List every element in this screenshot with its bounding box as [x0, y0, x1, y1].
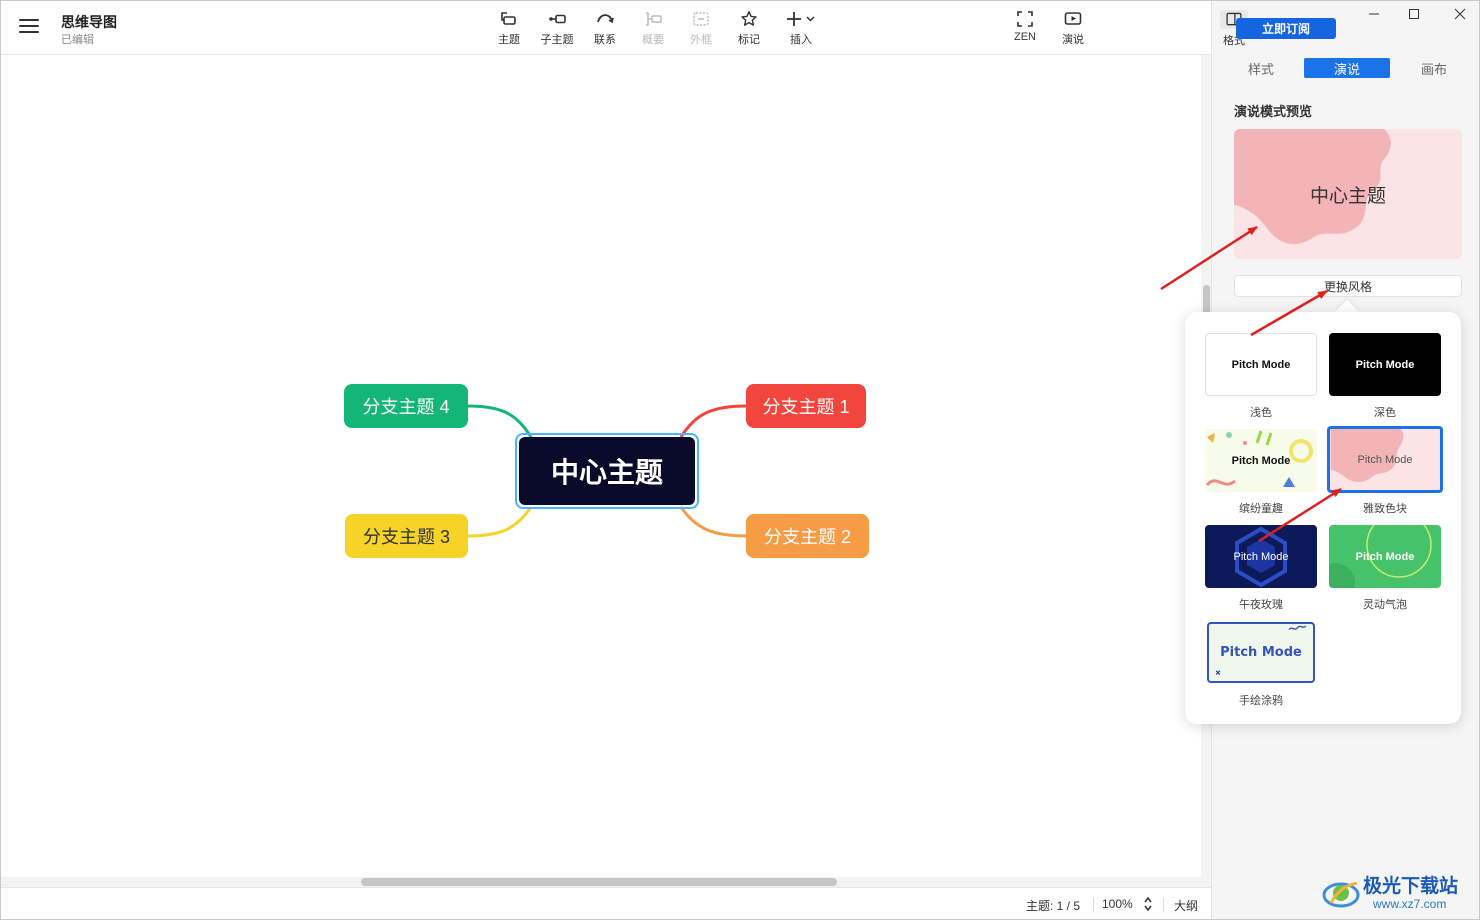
zen-button[interactable]: ZEN [1005, 10, 1045, 50]
style-picker-popup: Pitch Mode 浅色 Pitch Mode 深色 Pitch Mode 缤… [1185, 312, 1461, 724]
minimize-icon [1369, 13, 1379, 15]
tab-presentation[interactable]: 演说 [1304, 58, 1390, 78]
style-card-dark[interactable]: Pitch Mode [1329, 333, 1441, 396]
subscribe-button[interactable]: 立即订阅 [1236, 18, 1336, 39]
panel-tabs: 样式 演说 画布 [1212, 58, 1479, 80]
insert-label: 插入 [790, 34, 812, 46]
horizontal-scroll-thumb[interactable] [361, 878, 837, 886]
present-label: 演说 [1062, 34, 1084, 46]
tab-canvas[interactable]: 画布 [1391, 58, 1477, 78]
status-bar: 主题: 1 / 5 100% 大纲 [1, 887, 1211, 919]
horizontal-scrollbar[interactable] [1, 877, 1201, 887]
style-card-doodle[interactable]: Pitch Mode [1207, 622, 1315, 683]
relationship-button[interactable]: 联系 [585, 10, 625, 50]
style-name-midnight-rose: 午夜玫瑰 [1239, 599, 1283, 611]
central-topic[interactable]: 中心主题 [515, 433, 699, 509]
relationship-icon [597, 14, 614, 24]
subtopic-icon [549, 14, 566, 24]
document-status: 已编辑 [61, 34, 94, 46]
topic-button[interactable]: 主题 [489, 10, 529, 50]
menu-icon[interactable] [19, 19, 39, 35]
style-name-colorful: 缤纷童趣 [1239, 503, 1283, 515]
style-card-elegant-blocks[interactable]: Pitch Mode [1327, 426, 1443, 493]
style-name-doodle: 手绘涂鸦 [1239, 695, 1283, 707]
marker-label: 标记 [738, 34, 760, 46]
play-screen-icon [1064, 12, 1082, 25]
change-style-button[interactable]: 更换风格 [1234, 275, 1462, 297]
marker-button[interactable]: 标记 [729, 10, 769, 50]
maximize-button[interactable] [1402, 4, 1426, 24]
style-name-dark: 深色 [1374, 407, 1396, 419]
style-card-text: Pitch Mode [1220, 645, 1302, 660]
site-logo-icon [1322, 881, 1360, 908]
watermark-url: www.xz7.com [1373, 897, 1447, 911]
style-card-text: Pitch Mode [1231, 454, 1291, 467]
top-toolbar: 思维导图 已编辑 主题 子主题 联系 概要 外框 标记 插入 ZEN 演说 [1, 1, 1211, 55]
topic-label: 主题 [498, 34, 520, 46]
topic-count: 主题: 1 / 5 [1026, 899, 1081, 913]
relationship-label: 联系 [594, 34, 616, 46]
style-card-text: Pitch Mode [1355, 358, 1415, 371]
present-button[interactable]: 演说 [1053, 10, 1093, 50]
boundary-button[interactable]: 外框 [681, 10, 721, 50]
minimize-button[interactable] [1362, 4, 1386, 24]
outline-button[interactable]: 大纲 [1174, 897, 1198, 914]
subtopic-label: 子主题 [540, 34, 574, 46]
tab-style[interactable]: 样式 [1218, 58, 1304, 78]
summary-label: 概要 [642, 34, 664, 46]
fullscreen-icon [1017, 11, 1033, 27]
branch-topic-2[interactable]: 分支主题 2 [746, 514, 869, 558]
maximize-icon [1409, 9, 1419, 19]
insert-button[interactable]: 插入 [781, 10, 821, 50]
app-window: 思维导图 已编辑 主题 子主题 联系 概要 外框 标记 插入 ZEN 演说 中心… [0, 0, 1480, 920]
style-card-text: Pitch Mode [1233, 550, 1289, 563]
subtopic-button[interactable]: 子主题 [537, 10, 577, 50]
style-card-text: Pitch Mode [1355, 550, 1415, 563]
boundary-icon [693, 12, 709, 26]
branch-topic-3[interactable]: 分支主题 3 [345, 514, 468, 558]
summary-icon [646, 12, 662, 26]
style-card-text: Pitch Mode [1357, 453, 1413, 466]
close-button[interactable] [1448, 4, 1472, 24]
section-title: 演说模式预览 [1234, 104, 1313, 119]
watermark: 极光下载站 www.xz7.com [1319, 867, 1479, 919]
close-icon [1454, 8, 1466, 20]
style-card-light[interactable]: Pitch Mode [1205, 333, 1317, 396]
style-card-bubbles[interactable]: Pitch Mode [1329, 525, 1441, 588]
presentation-preview: 中心主题 [1234, 129, 1462, 259]
style-card-text: Pitch Mode [1231, 358, 1291, 371]
watermark-name: 极光下载站 [1363, 876, 1459, 897]
zoom-stepper-icon[interactable] [1143, 896, 1153, 912]
branch-topic-1[interactable]: 分支主题 1 [746, 384, 866, 428]
boundary-label: 外框 [690, 34, 712, 46]
style-name-elegant-blocks: 雅致色块 [1363, 503, 1407, 515]
zen-label: ZEN [1014, 31, 1036, 43]
style-card-colorful[interactable]: Pitch Mode [1205, 429, 1317, 492]
zoom-level[interactable]: 100% [1102, 897, 1133, 911]
preview-title: 中心主题 [1309, 185, 1386, 207]
central-topic-label: 中心主题 [519, 437, 695, 505]
style-name-light: 浅色 [1250, 407, 1272, 419]
star-icon [741, 11, 757, 26]
topic-icon [501, 12, 516, 25]
document-title: 思维导图 [61, 14, 117, 30]
style-name-bubbles: 灵动气泡 [1363, 599, 1407, 611]
branch-topic-4[interactable]: 分支主题 4 [344, 384, 468, 428]
plus-icon [787, 12, 815, 26]
style-card-midnight-rose[interactable]: Pitch Mode [1205, 525, 1317, 588]
summary-button[interactable]: 概要 [633, 10, 673, 50]
